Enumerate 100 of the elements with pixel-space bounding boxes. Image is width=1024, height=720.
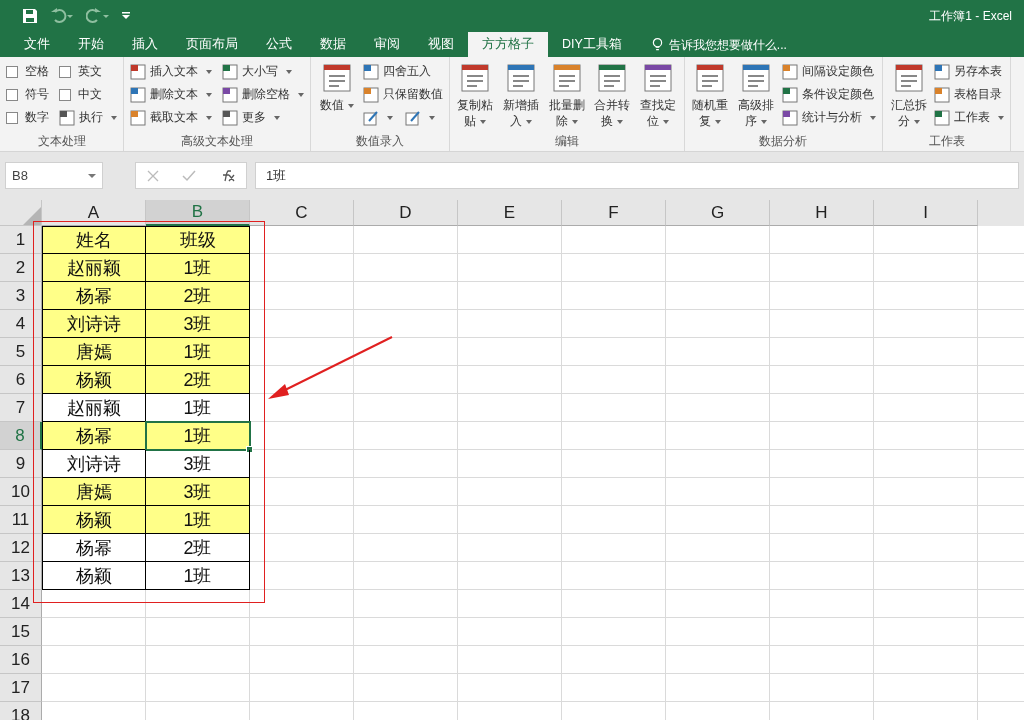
save-icon[interactable] [22,8,38,24]
checkbox-option[interactable]: 空格 [4,60,51,83]
row-header[interactable]: 3 [0,282,42,310]
ribbon-button[interactable]: 批量删除 [544,60,589,132]
ribbon-tab[interactable]: 方方格子 [468,32,548,57]
ribbon-button[interactable]: 另存本表 [932,60,1005,83]
row-header[interactable]: 9 [0,450,42,478]
ribbon-tab[interactable]: 视图 [414,32,468,57]
caret-icon [206,92,212,97]
ribbon-button[interactable]: 删除文本 [128,83,214,106]
row-header[interactable]: 2 [0,254,42,282]
tool-icon [222,63,238,80]
checkbox[interactable] [6,65,18,78]
ribbon-tab[interactable]: 插入 [118,32,172,57]
formula-input[interactable]: 1班 [255,162,1019,189]
row-header[interactable]: 7 [0,394,42,422]
tool-icon [130,86,146,103]
ribbon-tab[interactable]: DIY工具箱 [548,32,636,57]
ribbon-button[interactable]: 只保留数值 [360,83,445,106]
checkbox-option[interactable]: 英文 [57,60,104,83]
table-cell: 1班 [146,338,250,366]
ribbon-button[interactable]: 合并转换 [590,60,634,132]
ribbon-button[interactable]: 插入文本 [128,60,214,83]
table-cell: 2班 [146,282,250,310]
row-header[interactable]: 17 [0,674,42,702]
table-cell: 1班 [146,254,250,282]
caret-icon [662,120,669,124]
ribbon-tab[interactable]: 审阅 [360,32,414,57]
window-title: 工作簿1 - Excel [929,7,1012,25]
row-header[interactable]: 15 [0,618,42,646]
row-header[interactable]: 12 [0,534,42,562]
column-header[interactable]: A [42,200,146,226]
checkbox[interactable] [6,88,18,101]
row-header[interactable]: 6 [0,366,42,394]
row-header[interactable]: 18 [0,702,42,720]
checkbox-option[interactable]: 数字 [4,106,51,129]
undo-icon[interactable] [50,8,74,24]
cancel-icon[interactable] [147,169,160,182]
ribbon-button[interactable]: 高级排序 [734,60,778,132]
row-header[interactable]: 8 [0,422,42,450]
redo-icon[interactable] [86,8,110,24]
ribbon-tab[interactable]: 开始 [64,32,118,57]
ribbon-button[interactable]: 表格目录 [932,83,1005,106]
customize-icon[interactable] [122,12,130,20]
row-header[interactable]: 10 [0,478,42,506]
ribbon-tab[interactable]: 文件 [10,32,64,57]
ribbon-button[interactable]: 新增插入 [499,60,543,132]
ribbon-button[interactable]: 截取文本 [128,106,214,129]
group-label: 编辑 [554,133,579,150]
tool-icon [505,62,537,94]
table-cell: 刘诗诗 [42,310,146,338]
tool-icon [781,86,798,103]
checkbox[interactable] [59,65,71,78]
tool-icon [362,63,379,80]
row-header[interactable]: 16 [0,646,42,674]
ribbon-button[interactable]: 条件设定颜色 [779,83,876,106]
ribbon-button[interactable]: 四舍五入 [360,60,433,83]
ribbon-button[interactable]: 查找定位 [635,60,680,132]
ribbon-tab[interactable]: 公式 [252,32,306,57]
ribbon-button[interactable]: 汇总拆分 [886,60,931,132]
ribbon-button[interactable]: 删除空格 [220,83,306,106]
column-header[interactable]: E [458,200,562,226]
column-header[interactable]: B [146,200,250,226]
tool-icon [459,62,492,94]
ribbon-button[interactable]: 复制粘贴 [453,60,498,132]
enter-icon[interactable] [182,169,196,182]
row-header[interactable]: 1 [0,226,42,254]
row-header[interactable]: 14 [0,590,42,618]
row-header[interactable]: 13 [0,562,42,590]
row-header[interactable]: 5 [0,338,42,366]
ribbon-button[interactable]: 工作表 [932,106,1007,129]
row-header[interactable]: 11 [0,506,42,534]
column-header[interactable]: I [874,200,978,226]
ribbon-button[interactable]: 大小写 [220,60,294,83]
ribbon-tab[interactable]: 页面布局 [172,32,252,57]
ribbon-button[interactable]: 随机重复 [688,60,733,132]
checkbox[interactable] [6,111,18,124]
tell-me-search-field[interactable]: 告诉我您想要做什么... [668,37,829,52]
column-header[interactable]: H [770,200,874,226]
column-header[interactable]: D [354,200,458,226]
edit-icon [404,109,421,126]
column-header[interactable]: C [250,200,354,226]
column-header[interactable]: F [562,200,666,226]
checkbox[interactable] [59,88,71,101]
checkbox-option[interactable]: 符号 [4,83,51,106]
ribbon-button[interactable]: 间隔设定颜色 [779,60,876,83]
ribbon-button[interactable]: 数值 [315,60,359,116]
row-header[interactable]: 4 [0,310,42,338]
ribbon-button[interactable]: 执行 [57,106,119,129]
ribbon-button[interactable]: 统计与分析 [779,106,878,129]
table-cell: 杨幂 [42,422,146,450]
name-box[interactable]: B8 [5,162,103,189]
ribbon-tab[interactable]: 数据 [306,32,360,57]
column-header[interactable]: G [666,200,770,226]
table-cell: 2班 [146,366,250,394]
edit-icon [362,109,379,126]
table-cell: 1班 [146,422,250,450]
ribbon-button[interactable]: 更多 [220,106,282,129]
group-label: 数值录入 [355,133,404,150]
checkbox-option[interactable]: 中文 [57,83,104,106]
